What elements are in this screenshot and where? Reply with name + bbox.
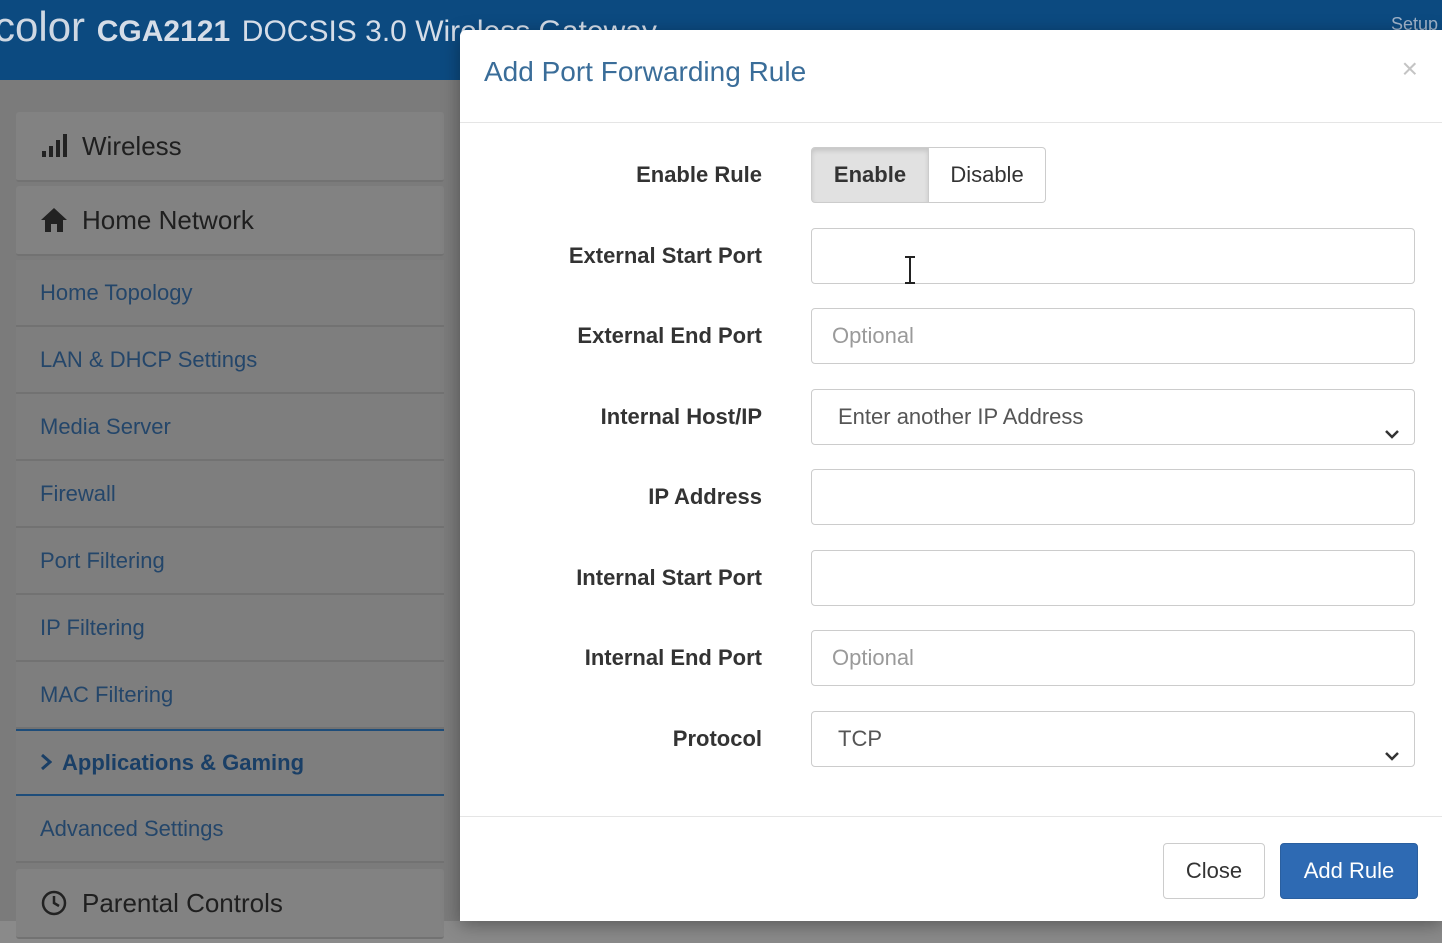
modal-title: Add Port Forwarding Rule [484, 56, 807, 87]
chevron-right-icon [40, 750, 53, 776]
sidebar-section-home-network[interactable]: Home Network [16, 186, 444, 256]
sidebar-section-wireless[interactable]: Wireless [16, 112, 444, 182]
sidebar-item-applications-gaming[interactable]: Applications & Gaming [16, 729, 444, 796]
model-name: CGA2121 [96, 15, 231, 48]
sidebar-item-label: Applications & Gaming [62, 749, 305, 775]
sidebar-section-parental-controls[interactable]: Parental Controls [16, 869, 444, 939]
sidebar-item-firewall[interactable]: Firewall [16, 461, 444, 528]
sidebar-item-advanced-settings[interactable]: Advanced Settings [16, 796, 444, 863]
ip-address-label: IP Address [648, 484, 762, 509]
internal-start-port-label: Internal Start Port [576, 565, 762, 590]
chevron-down-icon [1384, 730, 1400, 761]
protocol-label: Protocol [672, 726, 762, 751]
external-start-port-input[interactable] [811, 228, 1415, 284]
sidebar-item-mac-filtering[interactable]: MAC Filtering [16, 662, 444, 729]
text-cursor-icon [904, 256, 916, 284]
internal-host-selected-value: Enter another IP Address [838, 404, 1084, 429]
row-external-start-port: External Start Port [460, 228, 1442, 284]
sidebar-item-label: Home Topology [40, 279, 193, 305]
enable-rule-label: Enable Rule [636, 162, 762, 187]
sidebar-item-label: MAC Filtering [40, 681, 174, 707]
sidebar-item-label: Advanced Settings [40, 815, 224, 841]
internal-start-port-input[interactable] [811, 550, 1415, 606]
sidebar-item-label: IP Filtering [40, 614, 145, 640]
sidebar-item-home-topology[interactable]: Home Topology [16, 260, 444, 327]
clock-icon [40, 889, 68, 917]
sidebar: Wireless Home Network Home Topology LAN … [16, 112, 444, 943]
internal-host-select[interactable]: Enter another IP Address [811, 389, 1415, 445]
sidebar-section-label: Parental Controls [82, 887, 283, 918]
row-protocol: Protocol TCP [460, 711, 1442, 767]
sidebar-item-label: Port Filtering [40, 547, 165, 573]
row-internal-start-port: Internal Start Port [460, 550, 1442, 606]
row-external-end-port: External End Port [460, 308, 1442, 364]
enable-rule-toggle: Enable Disable [811, 147, 1046, 203]
sidebar-item-label: LAN & DHCP Settings [40, 346, 258, 372]
row-ip-address: IP Address [460, 469, 1442, 525]
row-internal-host: Internal Host/IP Enter another IP Addres… [460, 389, 1442, 445]
chevron-down-icon [1384, 408, 1400, 439]
port-forwarding-modal: Add Port Forwarding Rule × Enable Rule E… [460, 30, 1442, 921]
disable-button[interactable]: Disable [929, 147, 1046, 203]
brand-prefix: color [0, 3, 86, 50]
row-enable-rule: Enable Rule Enable Disable [460, 147, 1442, 203]
ip-address-input[interactable] [811, 469, 1415, 525]
modal-header: Add Port Forwarding Rule × [460, 30, 1442, 123]
protocol-select-box[interactable]: TCP [811, 711, 1415, 767]
sidebar-item-port-filtering[interactable]: Port Filtering [16, 528, 444, 595]
sidebar-item-label: Firewall [40, 480, 116, 506]
external-end-port-label: External End Port [577, 323, 762, 348]
enable-button[interactable]: Enable [811, 147, 929, 203]
modal-footer: Close Add Rule [460, 816, 1442, 922]
sidebar-section-label: Home Network [82, 204, 254, 235]
row-internal-end-port: Internal End Port [460, 630, 1442, 686]
sidebar-item-label: Media Server [40, 413, 171, 439]
protocol-selected-value: TCP [838, 726, 882, 751]
internal-host-select-box[interactable]: Enter another IP Address [811, 389, 1415, 445]
close-button[interactable]: Close [1163, 843, 1265, 899]
internal-end-port-input[interactable] [811, 630, 1415, 686]
external-start-port-label: External Start Port [568, 243, 762, 268]
internal-host-label: Internal Host/IP [600, 404, 762, 429]
internal-end-port-label: Internal End Port [584, 645, 762, 670]
add-rule-button[interactable]: Add Rule [1280, 843, 1418, 899]
close-icon[interactable]: × [1402, 54, 1418, 84]
sidebar-section-label: Wireless [82, 130, 182, 161]
sidebar-item-lan-dhcp[interactable]: LAN & DHCP Settings [16, 327, 444, 394]
external-end-port-input[interactable] [811, 308, 1415, 364]
home-icon [40, 206, 68, 234]
protocol-select[interactable]: TCP [811, 711, 1415, 767]
sidebar-item-media-server[interactable]: Media Server [16, 394, 444, 461]
signal-bars-icon [40, 132, 68, 160]
sidebar-item-ip-filtering[interactable]: IP Filtering [16, 595, 444, 662]
